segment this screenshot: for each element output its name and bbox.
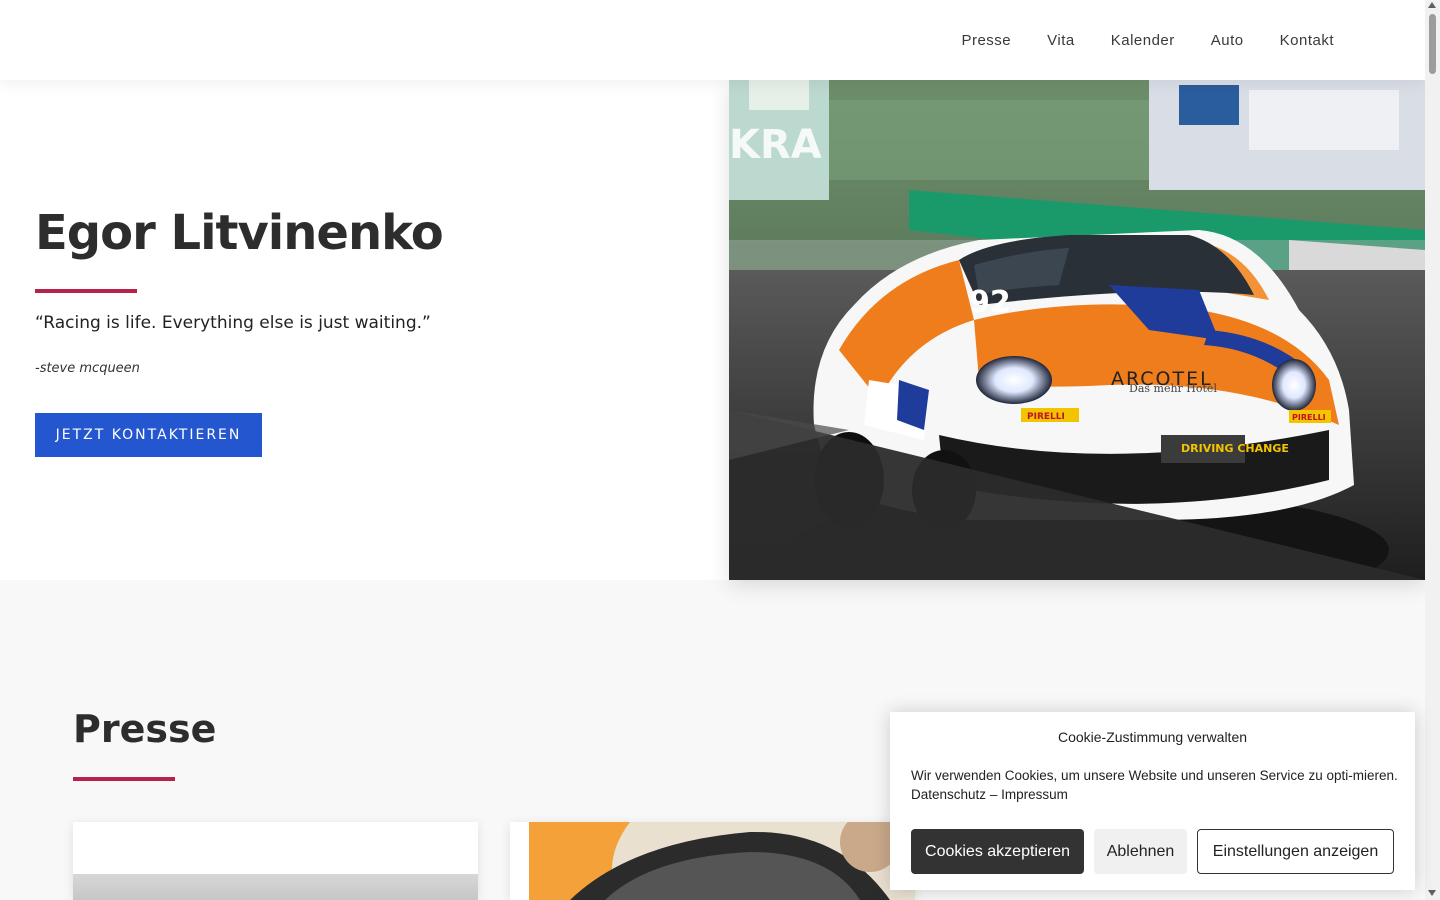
scroll-down-arrow-icon[interactable]	[1428, 890, 1436, 896]
main-nav: Presse Vita Kalender Auto Kontakt	[961, 0, 1334, 80]
hero-title: Egor Litvinenko	[35, 205, 444, 261]
nav-item-vita[interactable]: Vita	[1047, 32, 1075, 49]
press-card-image	[73, 874, 478, 900]
privacy-link[interactable]: Datenschutz	[911, 787, 986, 802]
press-card[interactable]	[510, 822, 915, 900]
race-car-illustration: 92 ARCOTEL Das mehr Hotel PIRELLI PIRELL…	[729, 80, 1425, 580]
cookie-description: Wir verwenden Cookies, um unsere Website…	[911, 766, 1401, 804]
hero-quote: “Racing is life. Everything else is just…	[35, 313, 431, 333]
presse-accent-line	[73, 777, 175, 781]
car-number: 92	[969, 285, 1011, 320]
cookie-title: Cookie-Zustimmung verwalten	[1057, 729, 1248, 745]
hero-accent-line	[35, 289, 137, 293]
driving-change-sticker: DRIVING CHANGE	[1181, 442, 1289, 455]
hero-race-car-image: 92 ARCOTEL Das mehr Hotel PIRELLI PIRELL…	[729, 80, 1425, 580]
accept-cookies-button[interactable]: Cookies akzeptieren	[911, 829, 1084, 874]
site-header: Presse Vita Kalender Auto Kontakt	[0, 0, 1425, 80]
deny-cookies-button[interactable]: Ablehnen	[1094, 829, 1187, 874]
scroll-thumb[interactable]	[1429, 14, 1436, 74]
imprint-link[interactable]: Impressum	[1001, 787, 1068, 802]
scroll-up-arrow-icon[interactable]	[1428, 2, 1436, 8]
background-banner-lettering: KRA	[729, 122, 822, 168]
press-card-image	[510, 822, 915, 900]
contact-cta-button[interactable]: JETZT KONTAKTIEREN	[35, 413, 262, 457]
nav-item-kalender[interactable]: Kalender	[1111, 32, 1175, 49]
car-sponsor-tagline: Das mehr Hotel	[1129, 382, 1217, 395]
press-card[interactable]	[73, 822, 478, 900]
tire-brand-right: PIRELLI	[1292, 413, 1326, 422]
tire-brand-left: PIRELLI	[1027, 412, 1065, 422]
nav-item-kontakt[interactable]: Kontakt	[1280, 32, 1334, 49]
hero-quote-author: -steve mcqueen	[35, 361, 140, 376]
page-scrollbar[interactable]	[1425, 0, 1440, 900]
presse-section-title: Presse	[73, 707, 217, 751]
nav-item-auto[interactable]: Auto	[1211, 32, 1244, 49]
cookie-consent-banner: Cookie-Zustimmung verwalten Wir verwende…	[890, 712, 1415, 890]
cookie-text: Wir verwenden Cookies, um unsere Website…	[911, 768, 1398, 783]
cookie-settings-button[interactable]: Einstellungen anzeigen	[1197, 829, 1394, 874]
cookie-link-separator: –	[989, 787, 998, 802]
nav-item-presse[interactable]: Presse	[961, 32, 1011, 49]
